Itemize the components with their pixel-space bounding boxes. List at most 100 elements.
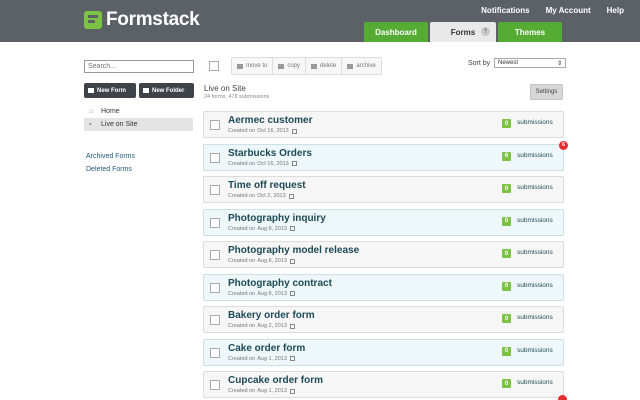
created-label: Created on <box>228 160 256 167</box>
submission-count: 6 <box>502 151 511 161</box>
copy-icon <box>278 63 285 69</box>
form-created: Created on Oct 16, 2013 <box>228 161 297 167</box>
form-name[interactable]: Cake order form <box>228 343 305 354</box>
created-date: Aug 2, 2013 <box>257 323 287 329</box>
form-checkbox[interactable] <box>210 120 220 130</box>
submissions-link[interactable]: submissions <box>517 152 553 159</box>
form-row[interactable]: Photography contract Created on Aug 8, 20… <box>203 273 564 301</box>
form-checkbox[interactable] <box>210 250 220 260</box>
search-input[interactable] <box>84 60 194 73</box>
folder-icon: ▪ <box>89 121 92 128</box>
external-link-icon[interactable] <box>289 226 295 231</box>
sidebar-item-label: Live on Site <box>101 121 138 128</box>
created-date: Aug 9, 2013 <box>257 225 287 232</box>
archive-label: archive <box>356 63 376 69</box>
created-label: Created on <box>228 225 256 232</box>
my-account-link[interactable]: My Account <box>546 6 591 15</box>
external-link-icon[interactable] <box>289 258 295 264</box>
form-name[interactable]: Bakery order form <box>228 310 315 321</box>
sidebar-item-label: Home <box>101 108 120 115</box>
move-to-button[interactable]: move to <box>232 58 274 74</box>
sidebar-nav: ⌂ Home ▪ Live on Site <box>84 105 193 131</box>
app-header: Formstack Notifications My Account Help … <box>0 0 640 42</box>
created-label: Created on <box>228 290 256 297</box>
tab-forms[interactable]: Forms ? <box>430 22 496 42</box>
external-link-icon[interactable] <box>291 161 297 166</box>
delete-button[interactable]: delete <box>306 58 343 74</box>
form-row[interactable]: Aermec customer Created on Oct 16, 2013 0… <box>203 111 564 138</box>
submissions-link[interactable]: submissions <box>517 314 553 321</box>
submissions-link[interactable]: submissions <box>517 249 553 256</box>
external-link-icon[interactable] <box>289 356 295 361</box>
form-name[interactable]: Photography contract <box>228 278 332 289</box>
submissions-link[interactable]: submissions <box>517 282 553 289</box>
sort-by-label: Sort by <box>468 60 491 67</box>
form-checkbox[interactable] <box>210 185 220 195</box>
new-folder-button[interactable]: New Folder <box>139 83 194 98</box>
help-link[interactable]: Help <box>607 6 624 15</box>
tab-themes[interactable]: Themes <box>498 22 562 42</box>
archived-forms-link[interactable]: Archived Forms <box>86 153 135 160</box>
form-created: Created on Aug 2, 2013 <box>228 323 295 329</box>
submissions-link[interactable]: submissions <box>517 347 553 354</box>
form-created: Created on Oct 2, 2013 <box>228 193 294 199</box>
submissions-link[interactable]: submissions <box>517 184 553 191</box>
settings-button[interactable]: Settings <box>530 84 563 100</box>
form-created: Created on Oct 16, 2013 <box>228 128 297 134</box>
form-checkbox[interactable] <box>210 380 220 390</box>
sidebar-item-home[interactable]: ⌂ Home <box>84 105 193 118</box>
formstack-logo[interactable]: Formstack <box>84 9 200 31</box>
logo-text: Formstack <box>106 9 200 30</box>
form-name[interactable]: Starbucks Orders <box>228 148 312 159</box>
form-checkbox[interactable] <box>210 152 220 163</box>
submission-count: 0 <box>502 281 511 291</box>
form-name[interactable]: Time off request <box>228 180 306 191</box>
external-link-icon[interactable] <box>291 128 297 134</box>
external-link-icon[interactable] <box>289 323 295 329</box>
copy-button[interactable]: copy <box>273 58 307 74</box>
created-date: Oct 16, 2013 <box>257 160 289 167</box>
external-link-icon[interactable] <box>289 388 295 394</box>
deleted-forms-link[interactable]: Deleted Forms <box>86 166 135 173</box>
folder-icon <box>237 63 243 69</box>
formstack-logo-icon <box>84 11 102 29</box>
form-checkbox[interactable] <box>210 217 220 228</box>
tab-dashboard[interactable]: Dashboard <box>364 22 428 42</box>
new-folder-label: New Folder <box>152 87 185 94</box>
submissions-link[interactable]: submissions <box>517 119 553 126</box>
form-row[interactable]: Photography model release Created on Aug … <box>203 241 564 268</box>
submissions-link[interactable]: submissions <box>517 379 553 386</box>
form-checkbox[interactable] <box>210 315 220 325</box>
form-name[interactable]: Photography model release <box>228 245 359 256</box>
external-link-icon[interactable] <box>288 193 294 199</box>
notifications-link[interactable]: Notifications <box>481 6 529 15</box>
archive-icon <box>347 63 354 69</box>
external-link-icon[interactable] <box>289 291 295 296</box>
copy-label: copy <box>287 63 301 69</box>
form-row[interactable]: Starbucks Orders Created on Oct 16, 2013 … <box>203 140 568 171</box>
form-row[interactable]: Bakery order form Created on Aug 2, 2013 … <box>203 306 564 333</box>
form-checkbox[interactable] <box>210 282 220 293</box>
created-date: Aug 1, 2013 <box>257 355 287 362</box>
form-name[interactable]: Aermec customer <box>228 115 312 126</box>
form-checkbox[interactable] <box>210 347 220 358</box>
submission-count: 0 <box>502 379 511 388</box>
sidebar-item-live-on-site[interactable]: ▪ Live on Site <box>84 118 193 131</box>
tab-forms-label: Forms <box>450 27 476 37</box>
form-row[interactable]: Cake order form Created on Aug 1, 2013 0 … <box>203 338 564 366</box>
form-name[interactable]: Cupcake order form <box>228 375 323 386</box>
form-row[interactable]: Photography inquiry Created on Aug 9, 201… <box>203 208 564 236</box>
new-form-label: New Form <box>97 87 127 94</box>
created-label: Created on <box>228 258 256 264</box>
form-row[interactable]: Cupcake order form Created on Aug 1, 2013… <box>203 371 564 398</box>
new-form-button[interactable]: New Form <box>84 83 136 98</box>
sort-select[interactable]: Newest ⇕ <box>494 58 566 68</box>
archive-button[interactable]: archive <box>342 58 380 74</box>
notification-badge <box>558 395 567 400</box>
form-row[interactable]: Time off request Created on Oct 2, 2013 0… <box>203 176 564 203</box>
submissions-link[interactable]: submissions <box>517 217 553 224</box>
folder-icon <box>143 88 149 93</box>
help-icon[interactable]: ? <box>481 27 490 36</box>
select-all-checkbox[interactable] <box>209 61 219 71</box>
form-name[interactable]: Photography inquiry <box>228 213 326 224</box>
